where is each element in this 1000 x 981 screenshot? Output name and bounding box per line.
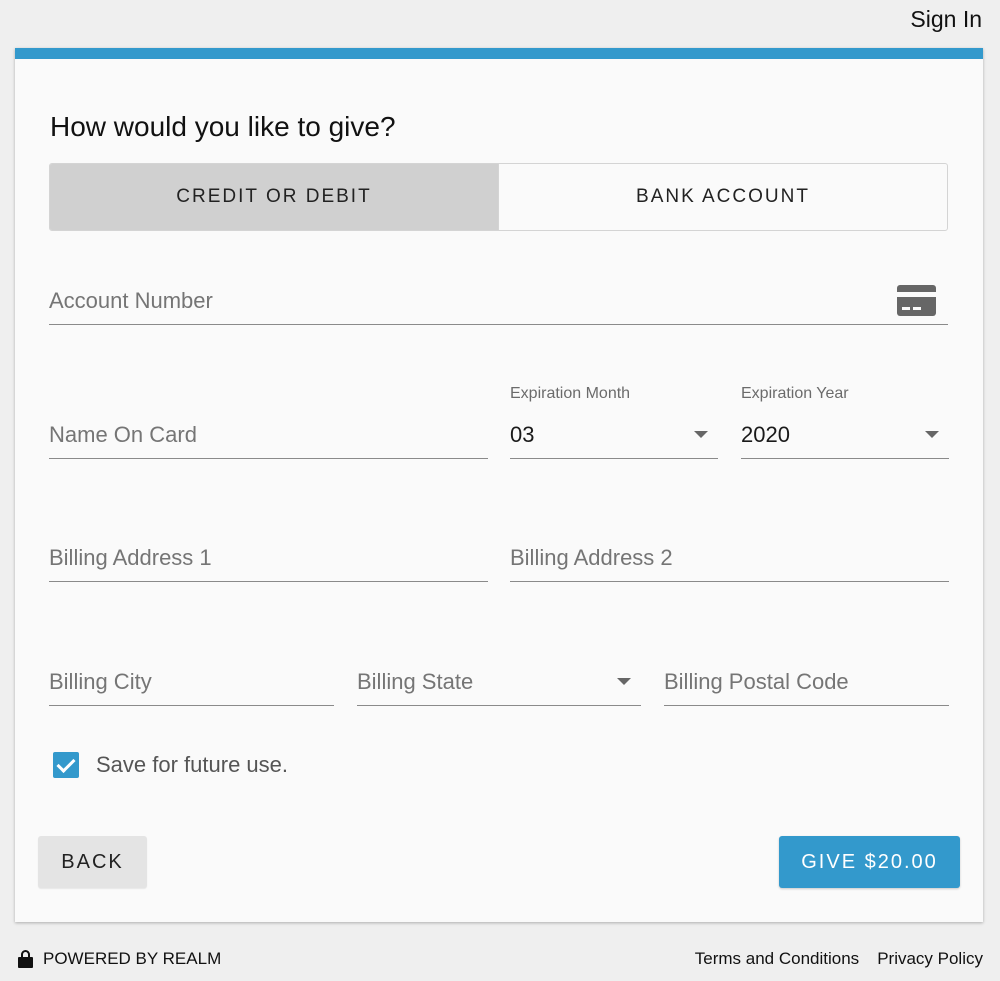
billing-postal-code-placeholder: Billing Postal Code xyxy=(664,669,849,694)
tab-credit-or-debit[interactable]: CREDIT OR DEBIT xyxy=(50,164,499,230)
give-button[interactable]: GIVE $20.00 xyxy=(779,836,960,888)
billing-state-select[interactable]: Billing State xyxy=(357,660,641,706)
powered-by-label: POWERED BY REALM xyxy=(43,949,222,968)
billing-state-placeholder: Billing State xyxy=(357,669,474,694)
billing-address-2-placeholder: Billing Address 2 xyxy=(510,545,673,570)
sign-in-link[interactable]: Sign In xyxy=(910,6,982,33)
expiration-month-value: 03 xyxy=(510,422,535,447)
terms-link[interactable]: Terms and Conditions xyxy=(695,949,859,969)
billing-address-1-field[interactable]: Billing Address 1 xyxy=(49,536,488,582)
expiration-month-label: Expiration Month xyxy=(510,385,631,402)
billing-address-1-placeholder: Billing Address 1 xyxy=(49,545,212,570)
form-heading: How would you like to give? xyxy=(50,111,396,142)
save-for-future-checkbox[interactable] xyxy=(53,752,79,778)
chevron-down-icon xyxy=(617,678,631,685)
name-on-card-field[interactable]: Name On Card xyxy=(49,413,488,459)
billing-city-placeholder: Billing City xyxy=(49,669,152,694)
footer: POWERED BY REALM Terms and Conditions Pr… xyxy=(18,946,983,972)
billing-city-field[interactable]: Billing City xyxy=(49,660,334,706)
back-button[interactable]: BACK xyxy=(38,836,147,888)
lock-icon xyxy=(18,950,33,968)
save-for-future-row[interactable]: Save for future use. xyxy=(53,752,288,778)
account-number-placeholder: Account Number xyxy=(49,288,213,313)
credit-card-icon xyxy=(897,285,936,316)
privacy-link[interactable]: Privacy Policy xyxy=(877,949,983,969)
name-on-card-placeholder: Name On Card xyxy=(49,422,197,447)
save-for-future-label: Save for future use. xyxy=(96,752,288,777)
account-number-field[interactable]: Account Number xyxy=(49,279,948,325)
expiration-month-select[interactable]: Expiration Month 03 xyxy=(510,385,718,459)
chevron-down-icon xyxy=(925,431,939,438)
chevron-down-icon xyxy=(694,431,708,438)
payment-method-toggle: CREDIT OR DEBIT BANK ACCOUNT xyxy=(49,163,948,231)
expiration-year-select[interactable]: Expiration Year 2020 xyxy=(741,385,949,459)
billing-postal-code-field[interactable]: Billing Postal Code xyxy=(664,660,949,706)
tab-bank-account[interactable]: BANK ACCOUNT xyxy=(499,164,947,230)
expiration-year-value: 2020 xyxy=(741,422,790,447)
billing-address-2-field[interactable]: Billing Address 2 xyxy=(510,536,949,582)
giving-form-card: How would you like to give? CREDIT OR DE… xyxy=(15,48,983,922)
expiration-year-label: Expiration Year xyxy=(741,385,849,402)
